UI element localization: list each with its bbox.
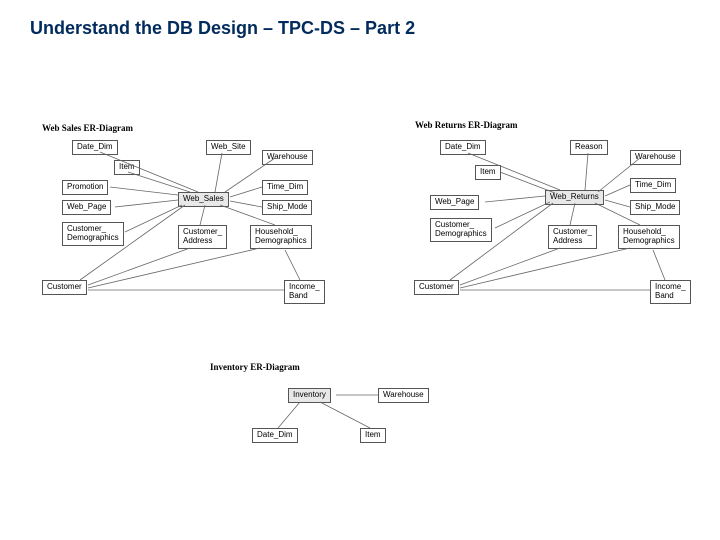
entity-item: Item [114,160,140,175]
entity-r-ship-mode: Ship_Mode [630,200,680,215]
entity-web-sales-fact: Web_Sales [178,192,229,207]
entity-date-dim: Date_Dim [72,140,118,155]
entity-inventory-fact: Inventory [288,388,331,403]
entity-warehouse: Warehouse [262,150,313,165]
web-sales-title: Web Sales ER-Diagram [42,123,133,133]
entity-r-customer-demo: Customer_ Demographics [430,218,492,242]
entity-web-site: Web_Site [206,140,251,155]
entity-ship-mode: Ship_Mode [262,200,312,215]
entity-income-band: Income_ Band [284,280,325,304]
entity-web-page: Web_Page [62,200,111,215]
entity-r-reason: Reason [570,140,608,155]
entity-r-income-band: Income_ Band [650,280,691,304]
entity-r-web-page: Web_Page [430,195,479,210]
inventory-title: Inventory ER-Diagram [210,362,300,372]
entity-r-warehouse: Warehouse [630,150,681,165]
entity-r-customer: Customer [414,280,459,295]
entity-time-dim: Time_Dim [262,180,308,195]
entity-household-demo: Household_ Demographics [250,225,312,249]
entity-i-warehouse: Warehouse [378,388,429,403]
entity-customer-demo: Customer_ Demographics [62,222,124,246]
entity-customer: Customer [42,280,87,295]
entity-r-household-demo: Household_ Demographics [618,225,680,249]
page-title: Understand the DB Design – TPC-DS – Part… [30,18,415,39]
entity-r-date-dim: Date_Dim [440,140,486,155]
er-edges [0,0,720,540]
entity-r-customer-addr: Customer_ Address [548,225,597,249]
entity-web-returns-fact: Web_Returns [545,190,604,205]
web-returns-title: Web Returns ER-Diagram [415,120,518,130]
entity-promotion: Promotion [62,180,108,195]
entity-i-date-dim: Date_Dim [252,428,298,443]
entity-r-time-dim: Time_Dim [630,178,676,193]
entity-customer-addr: Customer_ Address [178,225,227,249]
entity-r-item: Item [475,165,501,180]
entity-i-item: Item [360,428,386,443]
